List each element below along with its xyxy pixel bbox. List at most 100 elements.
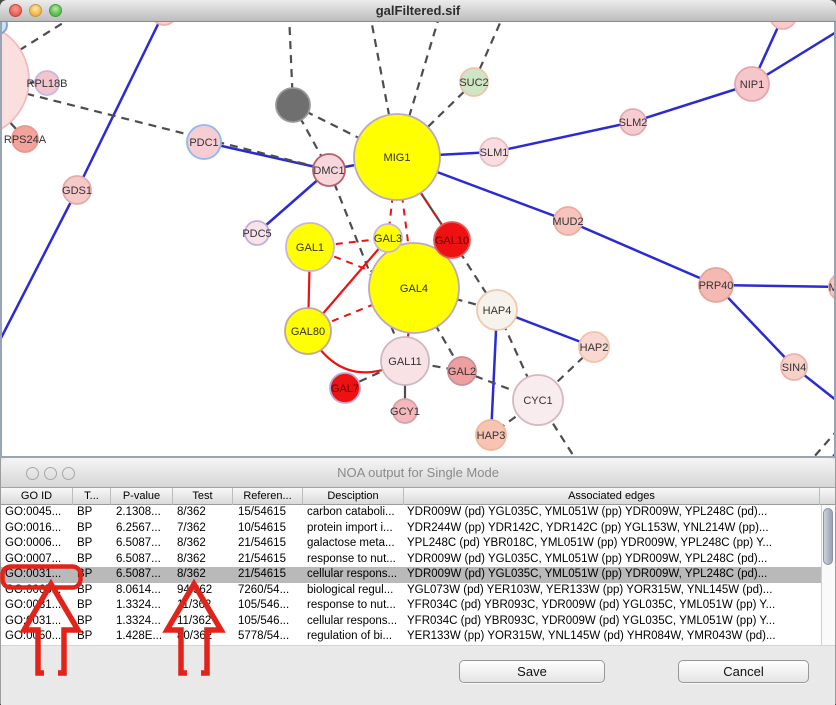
- table-row[interactable]: GO:0045...BP2.1308...8/36215/54615carbon…: [1, 505, 821, 521]
- cell-goid: GO:0031...: [5, 598, 73, 614]
- column-header-edges[interactable]: Associated edges: [404, 488, 820, 505]
- cell-type: BP: [77, 598, 111, 614]
- table-row[interactable]: GO:0031...BP 1.3324...11/362 105/546...cel…: [1, 614, 821, 630]
- cell-description: response to nut...: [307, 552, 404, 568]
- node-label-PDC5: PDC5: [242, 228, 271, 240]
- cell-type: BP: [77, 583, 111, 599]
- table-row[interactable]: GO:0050...BP1.428E...80/3625778/54...reg…: [1, 629, 821, 645]
- column-header-reference[interactable]: Referen...: [233, 488, 303, 505]
- cell-pvalue: 6.5087...: [116, 567, 173, 583]
- table-row[interactable]: GO:0065...BP8.0614...94/3627260/54...bio…: [1, 583, 821, 599]
- cell-goid: GO:0016...: [5, 521, 73, 537]
- edge-PDC1-DMC1[interactable]: [204, 142, 329, 170]
- cell-pvalue: 6.2567...: [116, 521, 173, 537]
- cell-edges: YDR244W (pp) YDR142C, YDR142C (pp) YGL15…: [407, 521, 820, 537]
- edge-SLM1-SLM2[interactable]: [494, 122, 633, 152]
- cell-pvalue: 1.3324...: [116, 598, 173, 614]
- cell-goid: GO:0065...: [5, 583, 73, 599]
- cell-description: cellular respons...: [307, 614, 404, 630]
- cell-reference: 105/546...: [238, 598, 303, 614]
- table-row[interactable]: GO:0007...BP6.5087...8/36221/54615respon…: [1, 552, 821, 568]
- node-label-GAL4: GAL4: [400, 283, 428, 295]
- window-border: [0, 456, 836, 458]
- cell-goid: GO:0031...: [5, 614, 73, 630]
- cell-reference: 105/546...: [238, 614, 303, 630]
- network-window: RPL18BRPS24AGDS1PDC1MIG1DMC1SUC2SLM1SLM2…: [0, 0, 836, 458]
- node-label-HAP2: HAP2: [580, 342, 609, 354]
- table-row[interactable]: GO:0006...BP6.5087...8/36221/54615galact…: [1, 536, 821, 552]
- column-header-test[interactable]: Test: [173, 488, 233, 505]
- cell-reference: 21/54615: [238, 567, 303, 583]
- table-row[interactable]: GO:0031...BP1.3324...11/362105/546...res…: [1, 598, 821, 614]
- window-border: [0, 22, 2, 458]
- node-label-SLM1: SLM1: [480, 147, 509, 159]
- node-gray1[interactable]: [276, 88, 310, 122]
- edge-SLM2-NIP1[interactable]: [633, 84, 752, 122]
- node-label-CYC1: CYC1: [523, 395, 552, 407]
- table-row[interactable]: GO:0016...BP6.2567...7/36210/54615protei…: [1, 521, 821, 537]
- noa-window-titlebar: NOA output for Single Mode: [1, 458, 835, 488]
- cell-test: 8/362: [177, 505, 233, 521]
- node-label-DMC1: DMC1: [313, 165, 344, 177]
- cell-reference: 5778/54...: [238, 629, 303, 645]
- node-label-RPL18B: RPL18B: [27, 78, 68, 90]
- cell-edges: YDR009W (pd) YGL035C, YML051W (pp) YDR00…: [407, 505, 820, 521]
- edge-GDS1-x[interactable]: [0, 190, 77, 340]
- node-pink-top[interactable]: [151, 22, 177, 25]
- cell-type: BP: [77, 536, 111, 552]
- node-label-GCY1: GCY1: [390, 406, 420, 418]
- column-header-type[interactable]: T...: [73, 488, 111, 505]
- node-label-SUC2: SUC2: [459, 77, 488, 89]
- node-label-GAL11: GAL11: [388, 356, 421, 368]
- cell-test: 11/362: [177, 614, 233, 630]
- node-label-MIG1: MIG1: [384, 152, 411, 164]
- cell-pvalue: 8.0614...: [116, 583, 173, 599]
- node-label-GAL10: GAL10: [435, 235, 469, 247]
- node-label-NIP1: NIP1: [740, 79, 764, 91]
- cell-goid: GO:0050...: [5, 629, 73, 645]
- column-header-pvalue[interactable]: P-value: [111, 488, 173, 505]
- edge-MUD2-PRP40[interactable]: [568, 221, 716, 285]
- table-row[interactable]: GO:0031...BP6.5087...8/36221/54615cellul…: [1, 567, 821, 583]
- cancel-button[interactable]: Cancel: [678, 660, 809, 683]
- cell-type: BP: [77, 567, 111, 583]
- node-label-GAL1: GAL1: [296, 242, 324, 254]
- cell-edges: YFR034C (pd) YBR093C, YDR009W (pd) YGL03…: [407, 614, 820, 630]
- cell-test: 80/362: [177, 629, 233, 645]
- cell-pvalue: 1.3324...: [116, 614, 173, 630]
- cell-edges: YGL073W (pd) YER103W, YER133W (pp) YOR31…: [407, 583, 820, 599]
- button-panel: Save Cancel: [1, 645, 835, 705]
- cell-type: BP: [77, 521, 111, 537]
- edge-pink-top-GDS1[interactable]: [77, 22, 164, 190]
- network-canvas[interactable]: RPL18BRPS24AGDS1PDC1MIG1DMC1SUC2SLM1SLM2…: [0, 22, 836, 458]
- node-big-left[interactable]: [0, 23, 29, 137]
- cell-type: BP: [77, 614, 111, 630]
- cell-test: 8/362: [177, 552, 233, 568]
- node-label-PRP40: PRP40: [699, 280, 734, 292]
- node-label-HAP3: HAP3: [477, 430, 506, 442]
- cell-edges: YDR009W (pd) YGL035C, YML051W (pp) YDR00…: [407, 567, 820, 583]
- edge-PRP40-MSL1[interactable]: [716, 285, 836, 287]
- node-label-HAP4: HAP4: [483, 305, 512, 317]
- vertical-scrollbar[interactable]: [821, 505, 835, 645]
- cell-edges: YFR034C (pd) YBR093C, YDR009W (pd) YGL03…: [407, 598, 820, 614]
- node-label-SIN4: SIN4: [782, 362, 806, 374]
- cell-goid: GO:0006...: [5, 536, 73, 552]
- table-header: GO IDT...P-valueTestReferen...Desciption…: [1, 488, 835, 505]
- save-button[interactable]: Save: [459, 660, 605, 683]
- network-window-titlebar: galFiltered.sif: [0, 0, 836, 22]
- header-scroll-corner: [820, 488, 835, 505]
- scrollbar-thumb[interactable]: [823, 508, 833, 565]
- node-label-SLM2: SLM2: [619, 117, 648, 129]
- column-header-goid[interactable]: GO ID: [1, 488, 73, 505]
- cell-description: response to nut...: [307, 598, 404, 614]
- cell-type: BP: [77, 505, 111, 521]
- cell-test: 94/362: [177, 583, 233, 599]
- column-header-description[interactable]: Desciption: [303, 488, 404, 505]
- cell-pvalue: 6.5087...: [116, 552, 173, 568]
- cell-goid: GO:0007...: [5, 552, 73, 568]
- edge-x[interactable]: [806, 418, 836, 458]
- window-title: NOA output for Single Mode: [1, 458, 835, 487]
- node-pink-tr[interactable]: [770, 22, 796, 29]
- cell-reference: 21/54615: [238, 552, 303, 568]
